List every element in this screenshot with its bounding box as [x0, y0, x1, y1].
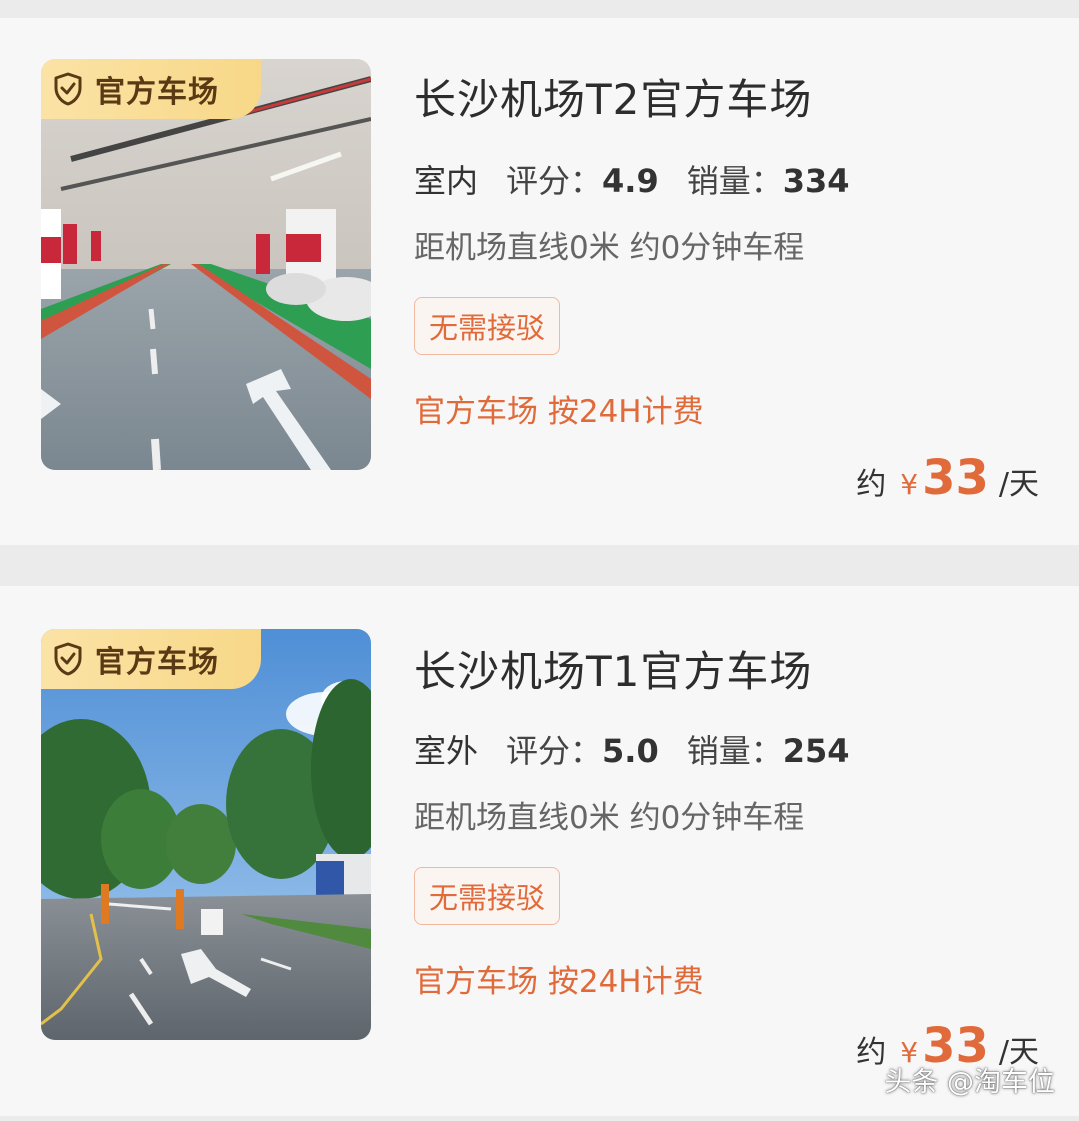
official-lot-badge: 官方车场 [41, 59, 261, 119]
listing-photo[interactable]: 官方车场 [41, 59, 371, 470]
billing-policy: 官方车场 按24H计费 [414, 964, 704, 1000]
rating-value: 5.0 [602, 732, 659, 770]
price-prefix: 约 [856, 1035, 887, 1070]
distance-text: 距机场直线0米 约0分钟车程 [414, 800, 805, 836]
rating-value: 4.9 [602, 162, 659, 200]
listing-title[interactable]: 长沙机场T1官方车场 [414, 638, 812, 699]
outdoor-lot-photo [41, 629, 371, 1040]
sales-label: 销量： [686, 732, 783, 770]
sales-value: 334 [782, 162, 850, 200]
distance-text: 距机场直线0米 约0分钟车程 [414, 230, 805, 266]
currency-symbol: ¥ [900, 468, 919, 501]
rating-label: 评分： [506, 732, 603, 770]
parking-listing-card[interactable]: 官方车场 长沙机场T2官方车场 室内 评分： 4.9 销量： 334 距机场直线… [0, 18, 1079, 545]
listing-photo[interactable]: 官方车场 [41, 629, 371, 1040]
price-amount: 33 [922, 450, 989, 506]
no-shuttle-tag: 无需接驳 [414, 867, 560, 925]
parking-listing-card[interactable]: 官方车场 长沙机场T1官方车场 室外 评分： 5.0 销量： 254 距机场直线… [0, 586, 1079, 1116]
official-lot-badge: 官方车场 [41, 629, 261, 689]
lot-type: 室外 [411, 726, 481, 778]
listing-title[interactable]: 长沙机场T2官方车场 [414, 66, 812, 127]
rating-label: 评分： [506, 162, 603, 200]
indoor-garage-photo [41, 59, 371, 470]
badge-label: 官方车场 [95, 75, 219, 110]
price-unit: /天 [998, 467, 1039, 502]
sales-value: 254 [782, 732, 850, 770]
sales-label: 销量： [686, 162, 783, 200]
no-shuttle-tag: 无需接驳 [414, 297, 560, 355]
shield-icon [53, 642, 85, 676]
billing-policy: 官方车场 按24H计费 [414, 394, 704, 430]
shield-icon [53, 72, 85, 106]
watermark-text: 头条 @淘车位 [884, 1067, 1055, 1098]
price-prefix: 约 [856, 467, 887, 502]
badge-label: 官方车场 [95, 645, 219, 680]
listing-meta: 室内 评分： 4.9 销量： 334 [411, 156, 878, 208]
listing-meta: 室外 评分： 5.0 销量： 254 [411, 726, 878, 778]
price-display: 约 ¥ 33 /天 [856, 450, 1039, 506]
lot-type: 室内 [411, 156, 481, 208]
